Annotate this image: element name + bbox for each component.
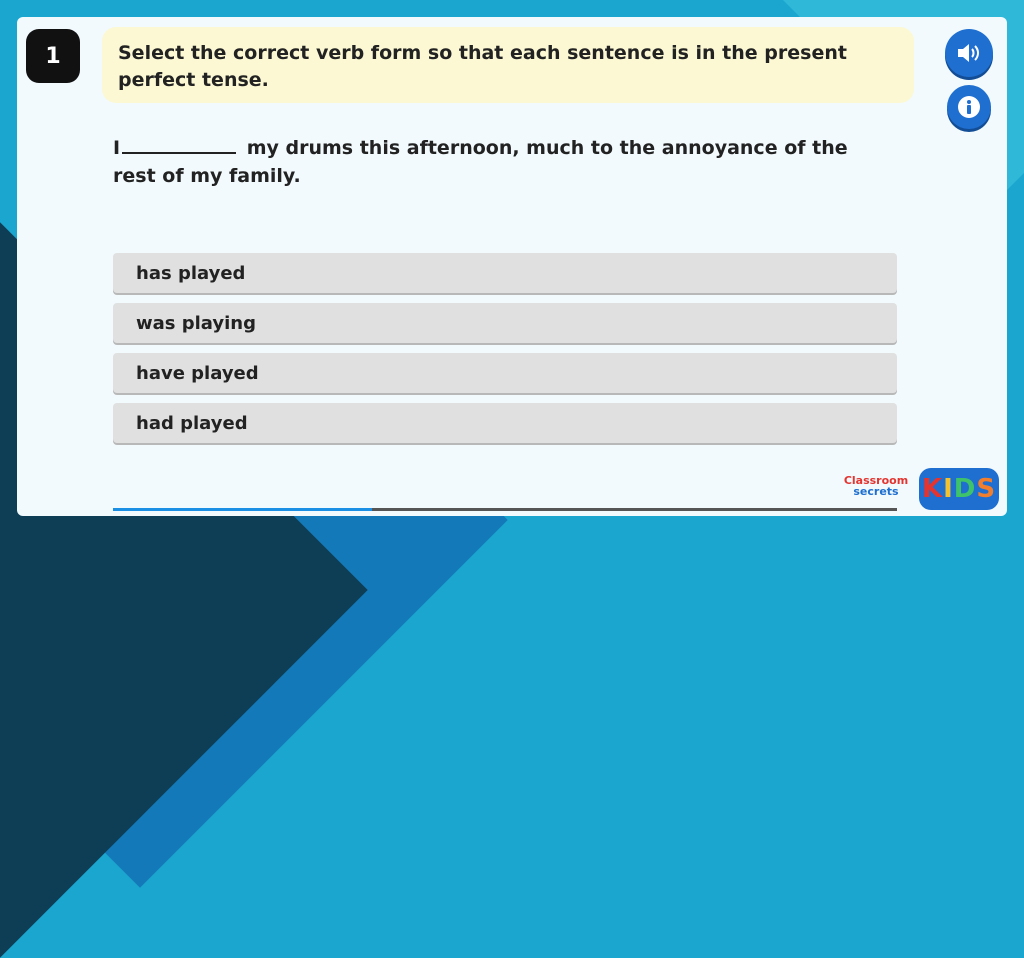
audio-button[interactable]: [945, 29, 993, 77]
answer-options: has played was playing have played had p…: [113, 253, 897, 453]
progress-fill: [113, 508, 372, 511]
question-card: 1 Select the correct verb form so that e…: [17, 17, 1007, 516]
kids-letter: I: [943, 474, 954, 504]
answer-blank: [122, 132, 237, 154]
info-icon: [958, 96, 980, 118]
answer-option[interactable]: had played: [113, 403, 897, 443]
answer-option[interactable]: have played: [113, 353, 897, 393]
progress-bar: [113, 508, 897, 511]
sentence-start: I: [113, 137, 121, 159]
classroom-secrets-logo: Classroom secrets: [840, 475, 912, 497]
kids-letter: D: [953, 474, 977, 504]
speaker-icon: [958, 44, 979, 62]
logo-secrets-text: secrets: [853, 485, 899, 498]
instruction-box: Select the correct verb form so that eac…: [102, 27, 914, 103]
instruction-text: Select the correct verb form so that eac…: [118, 42, 847, 91]
answer-option[interactable]: has played: [113, 253, 897, 293]
question-sentence: I my drums this afternoon, much to the a…: [113, 132, 873, 190]
kids-letter: K: [921, 474, 944, 504]
kids-logo: K I D S: [919, 468, 999, 510]
info-button[interactable]: [947, 85, 991, 129]
question-number-badge: 1: [26, 29, 80, 83]
answer-option[interactable]: was playing: [113, 303, 897, 343]
kids-letter: S: [976, 474, 997, 504]
